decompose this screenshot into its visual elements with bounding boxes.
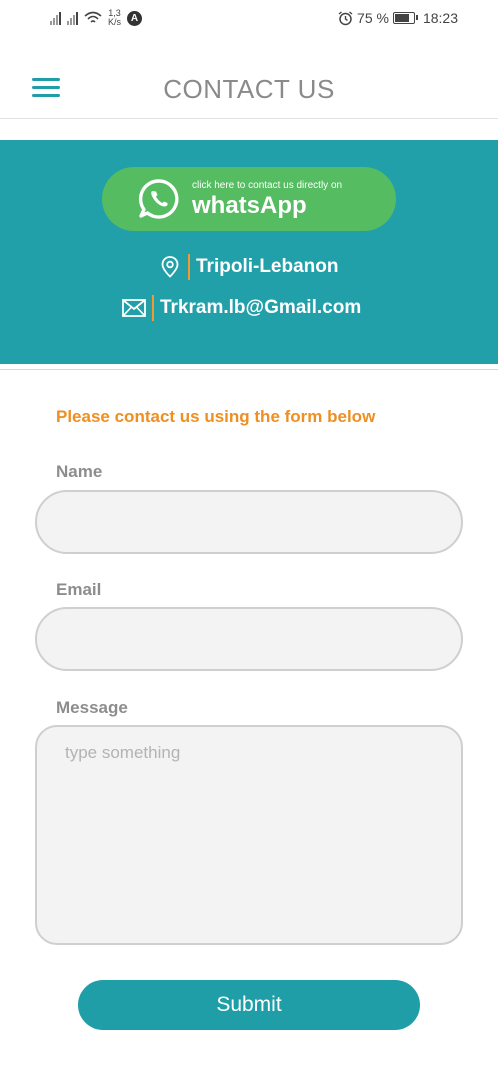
whatsapp-button[interactable]: click here to contact us directly on wha… [102, 167, 396, 231]
name-input[interactable] [35, 490, 463, 554]
orange-separator [152, 295, 154, 321]
name-label: Name [56, 462, 103, 481]
signal-icon [50, 11, 61, 25]
navigation-badge-icon: A [127, 10, 143, 26]
email-row[interactable]: Trkram.lb@Gmail.com [122, 295, 361, 321]
whatsapp-hint: click here to contact us directly on [192, 180, 343, 191]
form-intro: Please contact us using the form below [56, 407, 376, 426]
battery-icon [392, 12, 418, 24]
mail-icon [122, 296, 146, 320]
battery-percent: 75 % [357, 10, 389, 26]
location-text: Tripoli-Lebanon [196, 256, 339, 277]
orange-separator [188, 254, 190, 280]
signal-icon-2 [67, 11, 78, 25]
location-pin-icon [158, 255, 182, 279]
location-row: Tripoli-Lebanon [158, 254, 339, 280]
submit-button[interactable]: Submit [78, 980, 420, 1030]
status-left: 1,3 K/s A [50, 9, 143, 27]
clock: 18:23 [422, 10, 458, 26]
wifi-icon [84, 11, 102, 23]
email-text: Trkram.lb@Gmail.com [160, 297, 362, 318]
message-label: Message [56, 698, 128, 717]
app-bar: CONTACT US [0, 40, 498, 119]
email-label: Email [56, 580, 102, 599]
message-textarea[interactable] [35, 725, 463, 945]
alarm-icon [338, 10, 353, 25]
page-title: CONTACT US [163, 74, 335, 104]
network-speed: 1,3 K/s [108, 9, 121, 27]
contact-banner: click here to contact us directly on wha… [0, 140, 498, 364]
status-bar: 1,3 K/s A 75 % 18:23 [0, 0, 498, 40]
divider [0, 369, 498, 370]
whatsapp-icon [138, 179, 179, 219]
whatsapp-label: whatsApp [192, 192, 307, 219]
email-input[interactable] [35, 607, 463, 671]
speed-unit: K/s [108, 17, 122, 27]
status-right: 75 % 18:23 [338, 10, 458, 26]
